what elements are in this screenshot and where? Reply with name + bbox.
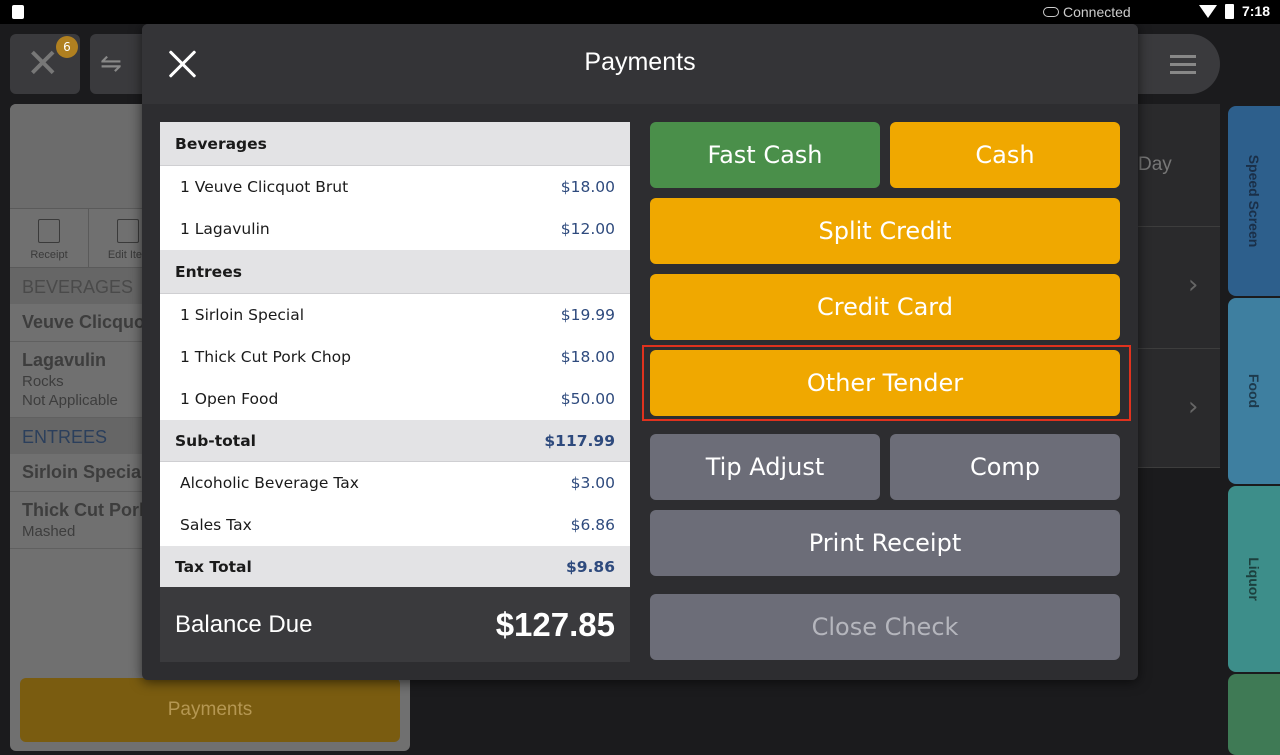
- cloud-icon: [1043, 7, 1059, 17]
- system-tray: 7:18: [1198, 3, 1270, 19]
- status-bar: Connected 7:18: [0, 0, 1280, 24]
- connection-label: Connected: [1063, 4, 1131, 20]
- check-line-item: 1 Veuve Clicquot Brut $18.00: [180, 178, 615, 196]
- sd-card-icon: [12, 5, 24, 19]
- edit-icon: [117, 219, 139, 243]
- wifi-icon: [1198, 4, 1217, 18]
- fast-cash-button[interactable]: Fast Cash: [650, 122, 880, 188]
- bg-transfer-icon: ⇋: [90, 34, 150, 94]
- bg-category-tabs: Speed Screen Food Liquor: [1220, 104, 1280, 755]
- tip-adjust-button[interactable]: Tip Adjust: [650, 434, 880, 500]
- check-line-item: Alcoholic Beverage Tax $3.00: [180, 474, 615, 492]
- bg-receipt-tool: Receipt: [10, 209, 89, 267]
- cash-button[interactable]: Cash: [890, 122, 1120, 188]
- check-section-header: Entrees: [160, 250, 630, 294]
- check-line-item: 1 Thick Cut Pork Chop $18.00: [180, 348, 615, 366]
- clock: 7:18: [1241, 3, 1270, 19]
- balance-due-label: Balance Due: [175, 610, 313, 638]
- bg-tab-extra: [1228, 674, 1280, 755]
- selection-highlight: [642, 345, 1131, 421]
- check-section-header: Beverages: [160, 122, 630, 166]
- battery-icon: [1224, 3, 1234, 19]
- print-receipt-button[interactable]: Print Receipt: [650, 510, 1120, 576]
- check-subtotal-row: Sub-total $117.99: [160, 420, 630, 462]
- bg-tab-food: Food: [1228, 298, 1280, 484]
- split-credit-button[interactable]: Split Credit: [650, 198, 1120, 264]
- check-line-item: 1 Lagavulin $12.00: [180, 220, 615, 238]
- check-tax-total-row: Tax Total $9.86: [160, 546, 630, 588]
- bg-payments-button: Payments: [20, 678, 400, 742]
- credit-card-button[interactable]: Credit Card: [650, 274, 1120, 340]
- bg-hamburger-menu: [1138, 34, 1220, 94]
- check-summary: Beverages 1 Veuve Clicquot Brut $18.00 1…: [160, 122, 630, 662]
- balance-due-bar: Balance Due $127.85: [160, 587, 630, 662]
- dialog-header: Payments: [142, 24, 1138, 104]
- chevron-right-icon: ›: [1188, 392, 1199, 422]
- connection-status: Connected: [1043, 4, 1131, 20]
- bg-close-icon: ✕: [26, 41, 60, 87]
- dialog-title: Payments: [584, 48, 696, 76]
- bg-middle-panel: Day › ›: [1138, 104, 1220, 468]
- bg-order-count-badge: 6: [56, 36, 78, 58]
- check-line-item: Sales Tax $6.86: [180, 516, 615, 534]
- chevron-right-icon: ›: [1188, 270, 1199, 300]
- bg-day-label: Day: [1138, 154, 1172, 175]
- bg-tab-liquor: Liquor: [1228, 486, 1280, 672]
- check-line-item: 1 Open Food $50.00: [180, 390, 615, 408]
- receipt-icon: [38, 219, 60, 243]
- close-check-button[interactable]: Close Check: [650, 594, 1120, 660]
- balance-due-amount: $127.85: [495, 605, 615, 643]
- check-line-item: 1 Sirloin Special $19.99: [180, 306, 615, 324]
- bg-tab-speed-screen: Speed Screen: [1228, 106, 1280, 296]
- comp-button[interactable]: Comp: [890, 434, 1120, 500]
